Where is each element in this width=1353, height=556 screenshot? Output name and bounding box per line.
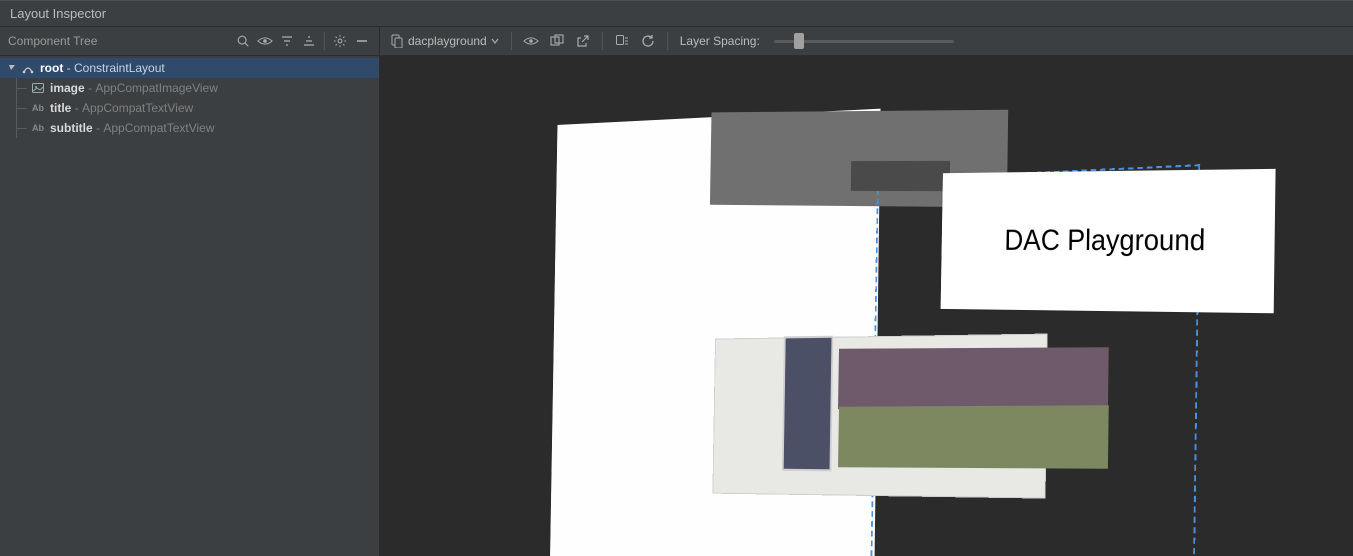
- process-dropdown[interactable]: dacplayground: [386, 34, 503, 48]
- layer-subtitle: [838, 347, 1109, 411]
- expand-icon[interactable]: [298, 30, 320, 52]
- tree-node-type: - AppCompatTextView: [93, 121, 215, 135]
- window-title: Layout Inspector: [10, 6, 106, 21]
- tree-node-type: - AppCompatTextView: [71, 101, 193, 115]
- titlebar: Layout Inspector: [0, 0, 1353, 27]
- tree-node-type: - ConstraintLayout: [63, 61, 164, 75]
- minimize-icon[interactable]: [351, 30, 373, 52]
- component-tree[interactable]: root - ConstraintLayout image - AppCompa…: [0, 56, 379, 556]
- expand-toggle-icon[interactable]: [6, 64, 18, 72]
- title-text: DAC Playground: [1004, 224, 1205, 259]
- layout-icon: [20, 60, 36, 76]
- tree-node-subtitle[interactable]: Ab subtitle - AppCompatTextView: [0, 118, 379, 138]
- collapse-icon[interactable]: [276, 30, 298, 52]
- chevron-down-icon: [491, 37, 499, 45]
- viewport-3d[interactable]: DAC Playground: [380, 56, 1353, 556]
- layout-canvas[interactable]: dacplayground Layer Spacing:: [380, 27, 1353, 556]
- overlay-icon[interactable]: [546, 30, 568, 52]
- tree-node-root[interactable]: root - ConstraintLayout: [0, 58, 379, 78]
- text-icon: Ab: [30, 100, 46, 116]
- tree-node-name: root: [40, 61, 63, 75]
- component-tree-header: Component Tree: [0, 27, 379, 56]
- tree-node-title[interactable]: Ab title - AppCompatTextView: [0, 98, 379, 118]
- tree-node-name: title: [50, 101, 71, 115]
- layer-statusbar: [851, 161, 950, 191]
- layer-title: DAC Playground: [941, 169, 1276, 313]
- tree-node-name: image: [50, 81, 85, 95]
- refresh-icon[interactable]: [637, 30, 659, 52]
- component-tree-panel: Component Tree: [0, 27, 380, 556]
- image-icon: [30, 80, 46, 96]
- tree-node-type: - AppCompatImageView: [85, 81, 218, 95]
- layer-spacing-slider[interactable]: [774, 30, 954, 52]
- canvas-toolbar: dacplayground Layer Spacing:: [380, 27, 1353, 56]
- settings-icon[interactable]: [329, 30, 351, 52]
- tree-node-image[interactable]: image - AppCompatImageView: [0, 78, 379, 98]
- visibility-icon[interactable]: [254, 30, 276, 52]
- process-label: dacplayground: [408, 34, 487, 48]
- layer-image: [782, 336, 833, 472]
- text-icon: Ab: [30, 120, 46, 136]
- component-tree-title: Component Tree: [8, 34, 97, 48]
- export-icon[interactable]: [572, 30, 594, 52]
- layer-body: [838, 405, 1109, 469]
- layer-spacing-label: Layer Spacing:: [676, 34, 764, 48]
- search-icon[interactable]: [232, 30, 254, 52]
- live-updates-icon[interactable]: [611, 30, 633, 52]
- tree-node-name: subtitle: [50, 121, 93, 135]
- view-options-icon[interactable]: [520, 30, 542, 52]
- slider-thumb[interactable]: [794, 33, 804, 49]
